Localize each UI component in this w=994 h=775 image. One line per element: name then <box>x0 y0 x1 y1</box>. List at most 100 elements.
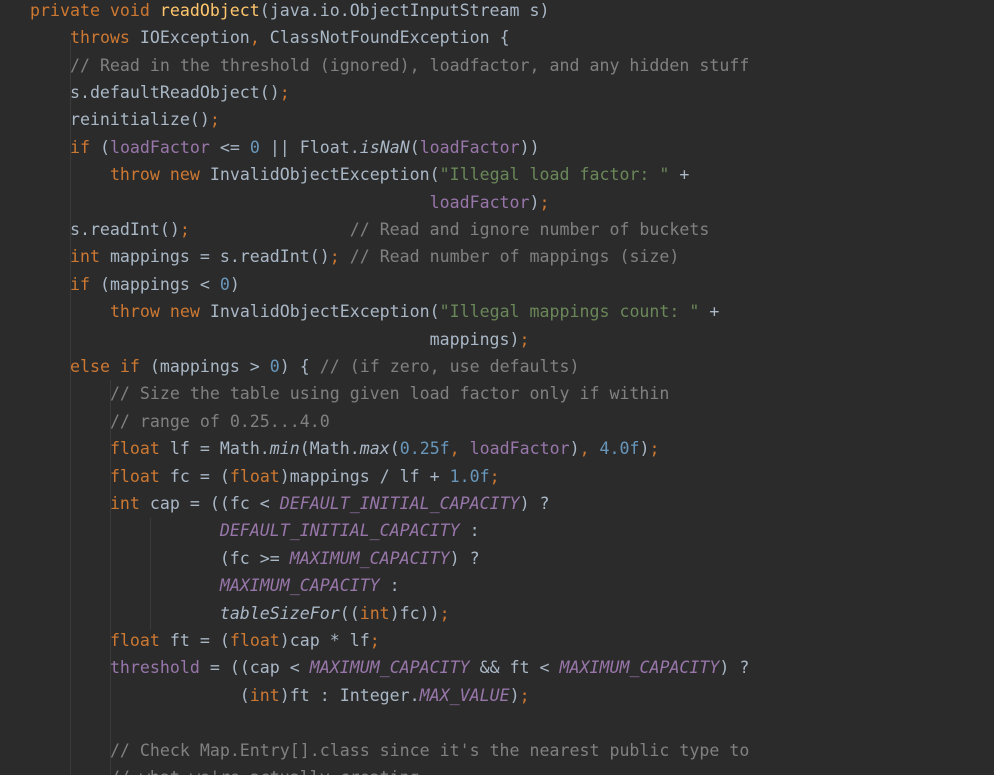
code-token: // range of 0.25...4.0 <box>109 411 330 431</box>
code-token: ) <box>569 439 580 459</box>
code-token: loadFactor <box>109 137 210 157</box>
code-token: ( <box>389 439 400 459</box>
code-token: cap = ((fc < <box>149 494 280 513</box>
code-line[interactable]: reinitialize(); <box>30 106 220 133</box>
code-token: int <box>69 247 110 267</box>
code-token: private void <box>30 0 160 20</box>
code-token: s.defaultReadObject() <box>30 83 280 102</box>
code-token: + <box>669 165 690 185</box>
code-token: // (if zero, use defaults) <box>319 357 580 376</box>
code-line[interactable]: s.defaultReadObject(); <box>30 79 290 106</box>
code-line[interactable]: float lf = Math.min(Math.max(0.25f, load… <box>30 435 660 462</box>
code-token: ; <box>519 685 530 705</box>
code-line[interactable]: // Check Map.Entry[].class since it's th… <box>30 737 749 764</box>
code-token: reinitialize() <box>30 110 210 130</box>
code-token: loadFactor <box>419 137 520 157</box>
code-token: float <box>109 439 170 459</box>
code-token: )ft : Integer. <box>279 685 420 705</box>
code-token: MAXIMUM_CAPACITY <box>289 548 450 568</box>
code-line[interactable]: throws IOException, ClassNotFoundExcepti… <box>30 24 510 51</box>
code-line[interactable]: // range of 0.25...4.0 <box>30 408 330 435</box>
code-line[interactable]: // Size the table using given load facto… <box>30 380 669 407</box>
code-token: ( <box>409 137 420 157</box>
code-line[interactable]: if (mappings < 0) <box>30 271 240 298</box>
code-token: ) ? <box>519 494 550 513</box>
code-token: : <box>379 576 400 596</box>
code-token: // Read number of mappings (size) <box>349 247 680 267</box>
code-line[interactable]: else if (mappings > 0) { // (if zero, us… <box>30 353 580 380</box>
code-token: ) <box>509 685 520 705</box>
code-token: 0.25f <box>399 439 450 459</box>
code-token: DEFAULT_INITIAL_CAPACITY <box>219 521 460 541</box>
code-token: // what we're actually creating. <box>110 768 430 775</box>
code-line[interactable]: // Read in the threshold (ignored), load… <box>30 52 749 79</box>
code-line[interactable]: throw new InvalidObjectException("Illega… <box>30 161 689 188</box>
code-token: float <box>229 631 280 650</box>
code-token: (fc >= <box>30 548 290 568</box>
code-line[interactable]: (int)ft : Integer.MAX_VALUE); <box>30 682 530 709</box>
code-line[interactable]: s.readInt(); // Read and ignore number o… <box>30 216 709 243</box>
code-token: DEFAULT_INITIAL_CAPACITY <box>279 494 520 513</box>
code-token: ; <box>369 631 380 650</box>
code-token: MAXIMUM_CAPACITY <box>559 658 720 678</box>
code-line[interactable]: float ft = (float)cap * lf; <box>30 627 380 654</box>
code-token: ; <box>519 329 530 349</box>
code-token: // Read in the threshold (ignored), load… <box>69 55 750 75</box>
code-token: ; <box>209 110 220 130</box>
code-line[interactable]: DEFAULT_INITIAL_CAPACITY : <box>30 517 480 544</box>
code-line[interactable]: threshold = ((cap < MAXIMUM_CAPACITY && … <box>30 654 749 681</box>
code-token: ) <box>229 274 240 294</box>
code-token: <= <box>209 137 250 157</box>
code-token: "Illegal load factor: " <box>439 165 670 185</box>
code-token: ; <box>439 603 450 623</box>
code-line[interactable]: private void readObject(java.io.ObjectIn… <box>30 0 550 24</box>
code-token: )) <box>519 137 540 157</box>
code-line[interactable]: mappings); <box>30 326 530 353</box>
code-line[interactable]: throw new InvalidObjectException("Illega… <box>30 298 719 325</box>
code-token: (mappings < <box>99 274 220 294</box>
code-editor[interactable]: private void readObject(java.io.ObjectIn… <box>0 0 994 775</box>
code-token: else if <box>69 357 150 376</box>
code-token: if <box>69 274 100 294</box>
code-token: : <box>459 521 480 541</box>
code-token: max <box>359 439 390 459</box>
code-token: )mappings / lf + <box>279 466 450 486</box>
code-line[interactable]: int cap = ((fc < DEFAULT_INITIAL_CAPACIT… <box>30 490 550 517</box>
code-token: int <box>109 494 150 513</box>
code-token: tableSizeFor <box>219 603 340 623</box>
code-token: lf = Math. <box>169 439 270 459</box>
code-token: ) <box>639 439 650 459</box>
code-line[interactable]: if (loadFactor <= 0 || Float.isNaN(loadF… <box>30 134 540 161</box>
code-token: 1.0f <box>449 466 490 486</box>
code-token: + <box>699 302 720 322</box>
code-line[interactable]: (fc >= MAXIMUM_CAPACITY) ? <box>30 545 480 572</box>
code-token: 4.0f <box>599 439 640 459</box>
code-line[interactable]: loadFactor); <box>30 189 550 216</box>
code-token: InvalidObjectException( <box>209 165 440 185</box>
code-line[interactable]: tableSizeFor((int)fc)); <box>30 600 450 627</box>
code-token: s.readInt() <box>30 220 180 239</box>
code-line[interactable]: float fc = (float)mappings / lf + 1.0f; <box>30 463 500 490</box>
code-line[interactable]: // what we're actually creating. <box>30 764 430 775</box>
code-line[interactable]: MAXIMUM_CAPACITY : <box>30 572 400 599</box>
code-token: ) ? <box>719 658 750 678</box>
code-token: (java.io.ObjectInputStream s) <box>259 0 550 20</box>
code-token: throw new <box>109 165 210 185</box>
code-line[interactable]: int mappings = s.readInt(); // Read numb… <box>30 243 679 270</box>
code-token: )cap * lf <box>279 631 370 650</box>
code-token: MAXIMUM_CAPACITY <box>219 576 380 596</box>
code-token: ( <box>30 685 250 705</box>
